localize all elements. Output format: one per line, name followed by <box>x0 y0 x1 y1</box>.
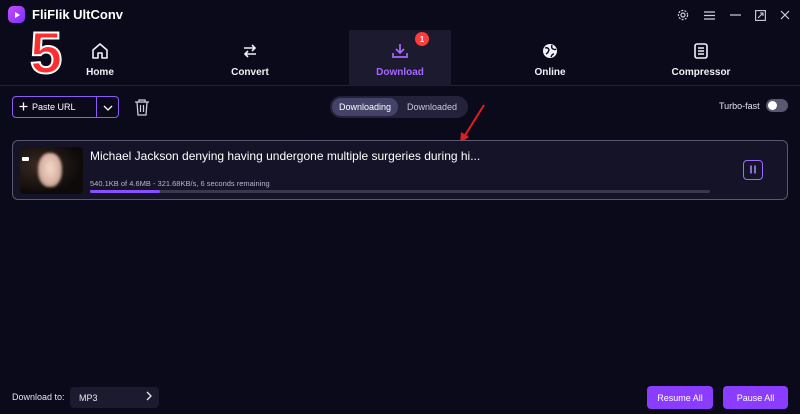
title-bar: FliFlik UltConv <box>0 0 800 30</box>
download-count-badge: 1 <box>415 32 429 46</box>
tab-downloading[interactable]: Downloading <box>332 98 398 116</box>
video-thumbnail <box>20 147 83 194</box>
tab-home-label: Home <box>86 67 114 78</box>
paste-url-button[interactable]: Paste URL <box>12 96 119 118</box>
download-progress-fill <box>90 190 161 193</box>
turbo-fast-toggle[interactable] <box>766 99 788 112</box>
pause-icon <box>749 161 757 179</box>
tab-online-label: Online <box>534 67 566 78</box>
red-arrow-annotation <box>460 104 485 143</box>
tab-online[interactable]: Online <box>520 30 580 86</box>
download-icon <box>391 39 409 63</box>
tab-convert-label: Convert <box>231 67 269 78</box>
tab-convert[interactable]: Convert <box>215 30 285 86</box>
download-title: Michael Jackson denying having undergone… <box>90 149 481 163</box>
paste-url-dropdown[interactable] <box>97 97 118 117</box>
convert-icon <box>241 39 259 63</box>
download-to-label: Download to: <box>12 392 65 402</box>
home-icon <box>91 39 109 63</box>
pause-all-button[interactable]: Pause All <box>723 386 788 409</box>
tab-home[interactable]: Home <box>72 30 128 86</box>
tab-compressor-label: Compressor <box>671 67 731 78</box>
main-nav: Home Convert 1 Download Online Compresso… <box>0 30 800 86</box>
output-format-value: MP3 <box>79 392 98 403</box>
app-logo-icon <box>8 6 25 23</box>
chevron-right-icon <box>146 391 152 403</box>
output-format-select[interactable]: MP3 <box>70 387 159 408</box>
settings-icon[interactable] <box>674 6 692 24</box>
compressor-icon <box>692 39 710 63</box>
chevron-down-icon <box>103 98 113 116</box>
app-title: FliFlik UltConv <box>32 7 123 22</box>
turbo-fast-label: Turbo-fast <box>719 101 760 111</box>
minimize-icon[interactable] <box>726 6 744 24</box>
pause-download-button[interactable] <box>743 160 763 180</box>
download-status: 540.1KB of 4.6MB - 321.68KB/s, 6 seconds… <box>90 179 270 188</box>
plus-icon <box>19 98 28 116</box>
resume-all-button[interactable]: Resume All <box>647 386 713 409</box>
download-status-toggle: Downloading Downloaded <box>330 96 468 118</box>
tab-download[interactable]: 1 Download <box>349 30 451 86</box>
tab-compressor[interactable]: Compressor <box>666 30 736 86</box>
tab-download-label: Download <box>376 67 424 78</box>
close-icon[interactable] <box>776 6 794 24</box>
download-progress-bar <box>90 190 710 193</box>
download-item: Michael Jackson denying having undergone… <box>12 140 788 200</box>
step-number-annotation: 5 <box>29 21 63 86</box>
globe-icon <box>541 39 559 63</box>
maximize-icon[interactable] <box>751 6 769 24</box>
trash-icon[interactable] <box>134 98 150 116</box>
menu-icon[interactable] <box>700 6 718 24</box>
paste-url-main[interactable]: Paste URL <box>13 97 97 117</box>
paste-url-label: Paste URL <box>32 102 76 112</box>
